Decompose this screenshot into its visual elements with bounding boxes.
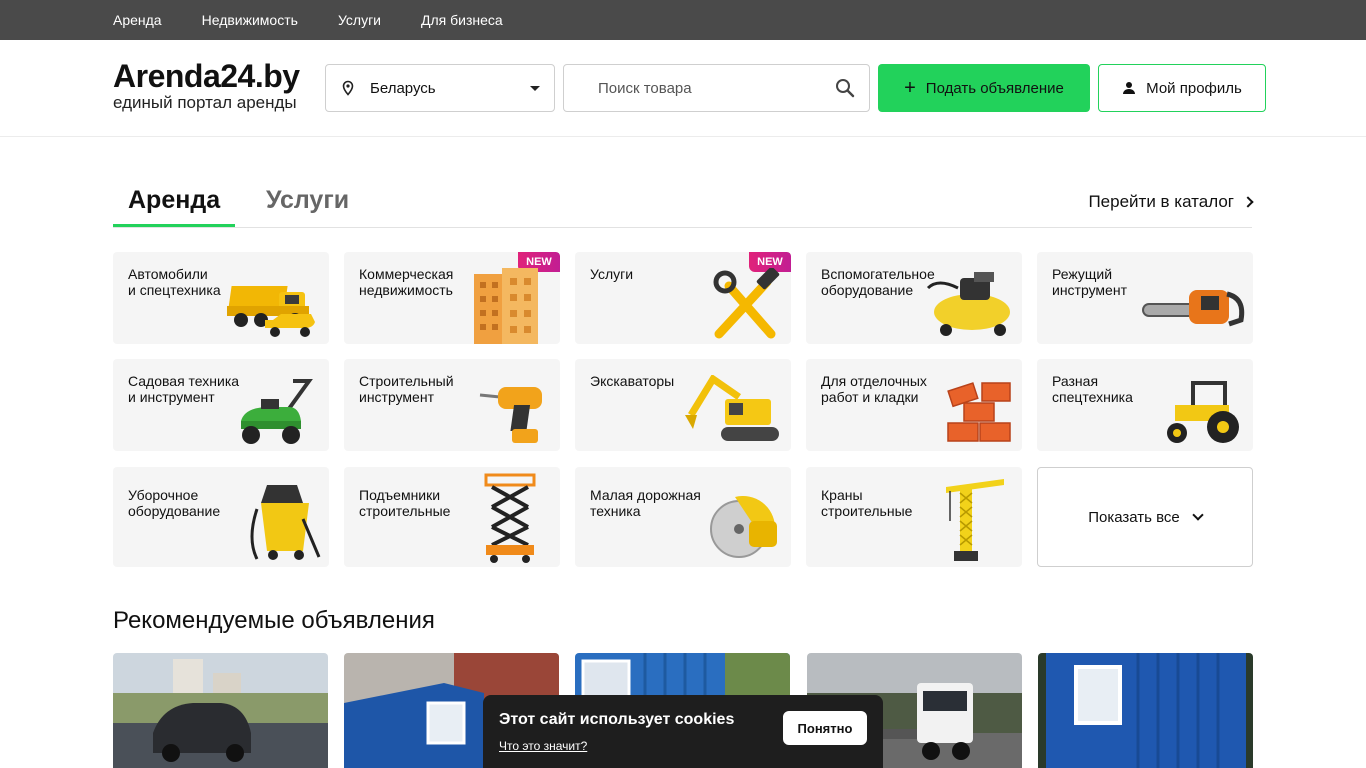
category-label: Строительный инструмент: [359, 373, 454, 405]
category-card-cleaning[interactable]: Уборочное оборудование: [113, 467, 329, 567]
tab-services[interactable]: Услуги: [266, 186, 349, 215]
profile-label: Мой профиль: [1146, 79, 1242, 97]
cookie-accept-button[interactable]: Понятно: [783, 711, 867, 745]
category-label: Для отделочных работ и кладки: [821, 373, 927, 405]
dump-truck-icon: [227, 286, 315, 337]
cookie-banner: Этот сайт использует cookies Что это зна…: [483, 695, 883, 768]
logo-title: Arenda24.by: [113, 58, 300, 94]
category-card-excavators[interactable]: Экскаваторы: [575, 359, 791, 451]
post-ad-button[interactable]: + Подать объявление: [878, 64, 1090, 112]
vacuum-icon: [250, 485, 321, 560]
category-label: Садовая техника и инструмент: [128, 373, 240, 405]
concrete-saw-icon: [710, 495, 777, 558]
search-box: [563, 64, 870, 112]
category-card-cutting-tools[interactable]: Режущий инструмент: [1037, 252, 1253, 344]
category-card-realty[interactable]: Коммерческая недвижимость NEW: [344, 252, 560, 344]
category-label: Автомобили и спецтехника: [128, 266, 221, 298]
category-card-construction-tools[interactable]: Строительный инструмент: [344, 359, 560, 451]
drill-icon: [479, 387, 542, 443]
top-nav-business[interactable]: Для бизнеса: [421, 12, 503, 28]
category-card-vehicles[interactable]: Автомобили и спецтехника: [113, 252, 329, 344]
cookie-info-link[interactable]: Что это значит?: [499, 739, 587, 753]
tractor-icon: [1167, 381, 1239, 443]
scissor-lift-icon: [484, 473, 536, 563]
show-all-button[interactable]: Показать все: [1037, 467, 1253, 567]
top-nav-rent[interactable]: Аренда: [113, 12, 162, 28]
category-card-misc-machinery[interactable]: Разная спецтехника: [1037, 359, 1253, 451]
category-card-garden[interactable]: Садовая техника и инструмент: [113, 359, 329, 451]
category-label: Вспомогательное оборудование: [821, 266, 935, 298]
category-label: Уборочное оборудование: [128, 487, 221, 519]
category-card-services[interactable]: Услуги NEW: [575, 252, 791, 344]
hammer-wrench-icon: [713, 268, 780, 339]
cookie-title: Этот сайт использует cookies: [499, 711, 735, 728]
category-label: Коммерческая недвижимость: [359, 266, 454, 298]
category-card-lifts[interactable]: Подъемники строительные: [344, 467, 560, 567]
chevron-down-icon: [1192, 509, 1204, 521]
recommended-title: Рекомендуемые объявления: [113, 607, 435, 634]
compressor-icon: [926, 272, 1010, 336]
excavator-icon: [685, 375, 779, 441]
listing-image: [1038, 653, 1253, 768]
category-label: Режущий инструмент: [1052, 266, 1127, 298]
category-card-finishing[interactable]: Для отделочных работ и кладки: [806, 359, 1022, 451]
lawnmower-icon: [241, 379, 313, 444]
crane-icon: [946, 479, 1004, 561]
category-label: Разная спецтехника: [1052, 373, 1133, 405]
top-nav-services[interactable]: Услуги: [338, 12, 381, 28]
category-label: Услуги: [590, 266, 634, 282]
category-card-road[interactable]: Малая дорожная техника: [575, 467, 791, 567]
post-ad-label: Подать объявление: [925, 79, 1064, 97]
chevron-down-icon: [530, 85, 540, 91]
listing-image: [113, 653, 328, 768]
category-label: Краны строительные: [821, 487, 913, 519]
user-icon: [1123, 82, 1136, 94]
region-select[interactable]: Беларусь: [325, 64, 555, 112]
listing-thumb[interactable]: [1038, 653, 1253, 768]
show-all-label: Показать все: [1088, 508, 1180, 526]
logo[interactable]: Arenda24.by единый портал аренды: [113, 58, 300, 112]
bricks-icon: [947, 382, 1011, 442]
top-nav-realty[interactable]: Недвижимость: [202, 12, 298, 28]
catalog-link-label: Перейти в каталог: [1088, 192, 1234, 211]
header: Arenda24.by единый портал аренды Беларус…: [0, 40, 1366, 137]
region-value: Беларусь: [370, 79, 436, 97]
category-label: Экскаваторы: [590, 373, 675, 389]
profile-button[interactable]: Мой профиль: [1098, 64, 1266, 112]
tab-rent[interactable]: Аренда: [128, 186, 220, 215]
search-input[interactable]: [598, 79, 835, 97]
chainsaw-icon: [1142, 290, 1245, 327]
building-icon: [474, 268, 538, 344]
category-label: Малая дорожная техника: [590, 487, 701, 519]
top-nav: Аренда Недвижимость Услуги Для бизнеса: [0, 0, 1366, 40]
listing-thumb[interactable]: [113, 653, 328, 768]
location-pin-icon: [342, 80, 354, 96]
active-tab-indicator: [113, 224, 235, 227]
category-label: Подъемники строительные: [359, 487, 451, 519]
chevron-right-icon: [1242, 196, 1254, 208]
catalog-link[interactable]: Перейти в каталог: [1088, 192, 1254, 212]
category-card-cranes[interactable]: Краны строительные: [806, 467, 1022, 567]
search-icon[interactable]: [835, 78, 855, 98]
logo-subtitle: единый портал аренды: [113, 93, 297, 112]
category-tabs: Аренда Услуги Перейти в каталог: [113, 180, 1254, 228]
plus-icon: +: [904, 77, 916, 99]
category-card-aux-equipment[interactable]: Вспомогательное оборудование: [806, 252, 1022, 344]
